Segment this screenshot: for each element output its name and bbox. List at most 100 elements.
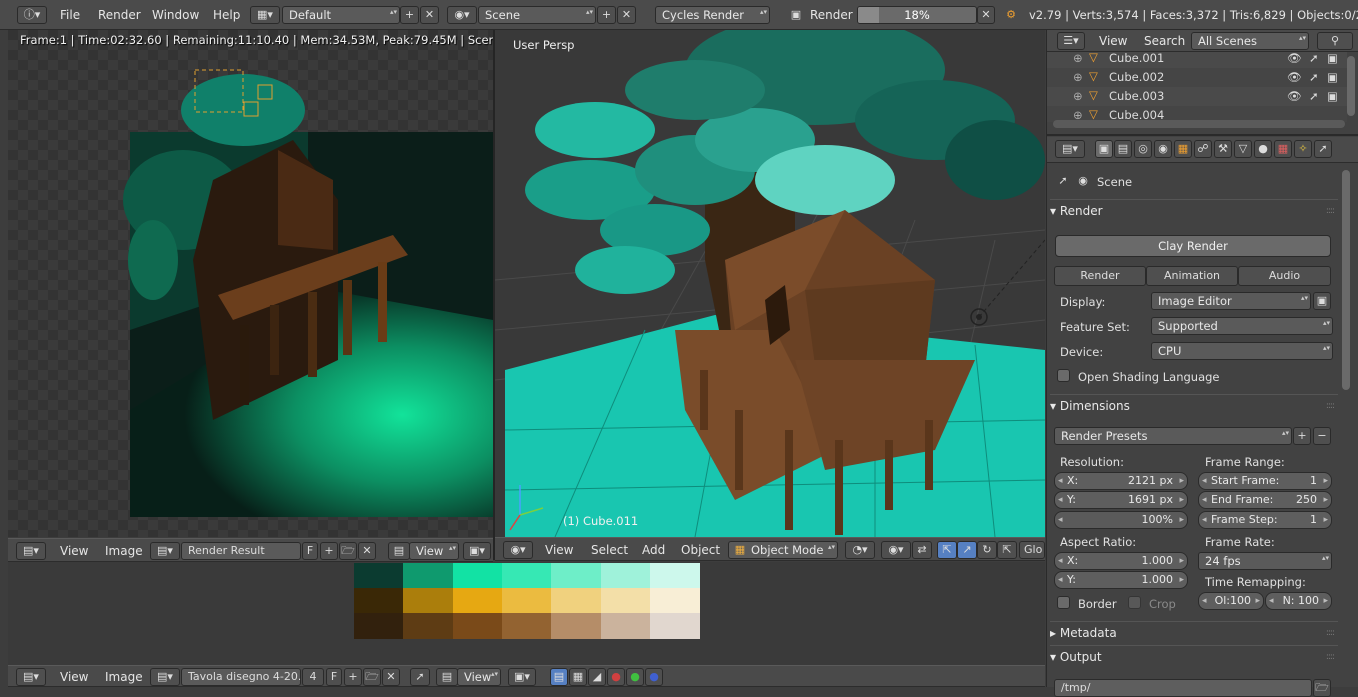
editor-type-button[interactable]: ◉▾ bbox=[503, 541, 533, 559]
display-dropdown[interactable]: Image Editor bbox=[1151, 292, 1311, 310]
outliner-hscrollbar[interactable] bbox=[1053, 120, 1345, 128]
lock-icon[interactable]: ▣ bbox=[1313, 292, 1331, 310]
search-icon[interactable]: ⚲ bbox=[1317, 32, 1353, 50]
display-channels-button[interactable]: ▣▾ bbox=[508, 668, 536, 686]
remove-preset-button[interactable]: − bbox=[1313, 427, 1331, 445]
constraints-tab-icon[interactable]: ☍ bbox=[1194, 140, 1212, 158]
layers-tab-icon[interactable]: ▤ bbox=[1114, 140, 1132, 158]
frame-rate-dropdown[interactable]: 24 fps bbox=[1198, 552, 1332, 570]
list-item[interactable]: ⊕ ▽ Cube.003 👁 ➚ ▣ bbox=[1047, 87, 1347, 106]
image-editor-area[interactable]: Frame:1 | Time:02:32.60 | Remaining:11:1… bbox=[8, 30, 493, 537]
device-dropdown[interactable]: CPU bbox=[1151, 342, 1333, 360]
texture-tab-icon[interactable]: ▦ bbox=[1274, 140, 1292, 158]
manipulator-button[interactable]: ⇱ bbox=[937, 541, 957, 559]
translate-button[interactable]: ↗ bbox=[957, 541, 977, 559]
editor-type-button[interactable]: ▤▾ bbox=[1055, 140, 1085, 158]
image-menu[interactable]: Image bbox=[105, 668, 143, 686]
slot-icon-button[interactable]: ▤ bbox=[436, 668, 458, 686]
outliner-scrollbar[interactable] bbox=[1347, 56, 1355, 116]
cursor-icon[interactable]: ➚ bbox=[1309, 52, 1319, 65]
audio-button[interactable]: Audio bbox=[1238, 266, 1331, 286]
start-frame-field[interactable]: Start Frame:1 bbox=[1198, 472, 1332, 490]
pin-icon[interactable]: ➚ bbox=[1055, 173, 1071, 189]
eye-icon[interactable]: 👁 bbox=[1287, 89, 1302, 103]
camera-icon[interactable]: ▣ bbox=[1327, 89, 1338, 103]
alpha-channel-button[interactable]: ▤ bbox=[550, 668, 568, 686]
select-menu[interactable]: Select bbox=[591, 541, 628, 559]
cursor-icon[interactable]: ➚ bbox=[1309, 89, 1319, 103]
modifiers-tab-icon[interactable]: ⚒ bbox=[1214, 140, 1232, 158]
image-name-field[interactable]: Render Result bbox=[181, 542, 301, 560]
green-channel-icon[interactable]: ● bbox=[626, 668, 644, 686]
users-count[interactable]: 4 bbox=[302, 668, 324, 686]
list-item[interactable]: ⊕ ▽ Cube.001 👁 ➚ ▣ bbox=[1047, 52, 1347, 68]
menu-window[interactable]: Window bbox=[152, 6, 199, 24]
physics-tab-icon[interactable]: ➚ bbox=[1314, 140, 1332, 158]
menu-render[interactable]: Render bbox=[98, 6, 141, 24]
palette-editor-area[interactable] bbox=[8, 562, 1045, 665]
remove-scene-button[interactable]: ✕ bbox=[617, 6, 636, 24]
view-dropdown[interactable]: View bbox=[457, 668, 501, 686]
scene-tab-icon[interactable]: ◎ bbox=[1134, 140, 1152, 158]
open-image-button[interactable]: 🗁 bbox=[339, 542, 357, 560]
checker-channel-button[interactable]: ▦ bbox=[569, 668, 587, 686]
clay-render-button[interactable]: Clay Render bbox=[1055, 235, 1331, 257]
remap-new-field[interactable]: N: 100 bbox=[1265, 592, 1332, 610]
properties-scrollbar[interactable] bbox=[1342, 170, 1350, 390]
view-dropdown[interactable]: View bbox=[409, 542, 459, 560]
menu-file[interactable]: File bbox=[60, 6, 80, 24]
aspect-y-field[interactable]: Y:1.000 bbox=[1054, 571, 1188, 589]
render-panel-header[interactable]: ▾ Render:::: bbox=[1050, 199, 1338, 221]
view-menu[interactable]: View bbox=[60, 668, 88, 686]
eye-icon[interactable]: 👁 bbox=[1287, 70, 1302, 84]
list-item[interactable]: ⊕ ▽ Cube.002 👁 ➚ ▣ bbox=[1047, 68, 1347, 87]
cursor-icon[interactable]: ➚ bbox=[1309, 70, 1319, 84]
resolution-percentage-field[interactable]: 100% bbox=[1054, 511, 1188, 529]
metadata-panel-header[interactable]: ▸ Metadata:::: bbox=[1050, 621, 1338, 643]
render-button[interactable]: Render bbox=[1054, 266, 1146, 286]
image-name-field[interactable]: Tavola disegno 4-20... bbox=[181, 668, 301, 686]
info-editor-button[interactable]: ⓘ▾ bbox=[17, 6, 47, 24]
material-tab-icon[interactable]: ● bbox=[1254, 140, 1272, 158]
pivot-button[interactable]: ◉▾ bbox=[881, 541, 911, 559]
rotate-button[interactable]: ↻ bbox=[977, 541, 997, 559]
search-menu[interactable]: Search bbox=[1144, 32, 1185, 50]
cancel-render-button[interactable]: ✕ bbox=[977, 6, 995, 24]
eye-icon[interactable]: 👁 bbox=[1287, 52, 1302, 65]
overlay-button[interactable]: ⇄ bbox=[912, 541, 932, 559]
scene-dropdown[interactable]: Scene bbox=[478, 6, 596, 24]
object-menu[interactable]: Object bbox=[681, 541, 720, 559]
layout-dropdown[interactable]: Default bbox=[282, 6, 400, 24]
remove-layout-button[interactable]: ✕ bbox=[420, 6, 439, 24]
resolution-y-field[interactable]: Y:1691 px bbox=[1054, 491, 1188, 509]
fake-user-button[interactable]: F bbox=[326, 668, 342, 686]
browse-image-button[interactable]: ▤▾ bbox=[150, 542, 180, 560]
browse-image-button[interactable]: ▤▾ bbox=[150, 668, 180, 686]
view-menu[interactable]: View bbox=[545, 541, 573, 559]
transform-orientation-dropdown[interactable]: Glo bbox=[1019, 541, 1045, 559]
editor-type-button[interactable]: ☰▾ bbox=[1057, 32, 1085, 50]
fake-user-button[interactable]: F bbox=[302, 542, 318, 560]
pin-icon[interactable]: ➚ bbox=[410, 668, 430, 686]
resolution-x-field[interactable]: X:2121 px bbox=[1054, 472, 1188, 490]
render-presets-dropdown[interactable]: Render Presets bbox=[1054, 427, 1292, 445]
blue-channel-icon[interactable]: ● bbox=[645, 668, 663, 686]
particles-tab-icon[interactable]: ✧ bbox=[1294, 140, 1312, 158]
add-layout-button[interactable]: + bbox=[400, 6, 419, 24]
scene-type-button[interactable]: ◉▾ bbox=[447, 6, 477, 24]
dimensions-panel-header[interactable]: ▾ Dimensions:::: bbox=[1050, 394, 1338, 416]
new-image-button[interactable]: + bbox=[320, 542, 338, 560]
camera-icon[interactable]: ▣ bbox=[1327, 52, 1338, 65]
crop-checkbox[interactable] bbox=[1128, 596, 1141, 609]
view-menu[interactable]: View bbox=[1099, 32, 1127, 50]
editor-type-button[interactable]: ▤▾ bbox=[16, 542, 46, 560]
end-frame-field[interactable]: End Frame:250 bbox=[1198, 491, 1332, 509]
border-checkbox[interactable] bbox=[1057, 596, 1070, 609]
view-menu[interactable]: View bbox=[60, 542, 88, 560]
animation-button[interactable]: Animation bbox=[1146, 266, 1238, 286]
shading-button[interactable]: ◔▾ bbox=[845, 541, 875, 559]
add-menu[interactable]: Add bbox=[642, 541, 665, 559]
data-tab-icon[interactable]: ▽ bbox=[1234, 140, 1252, 158]
aspect-x-field[interactable]: X:1.000 bbox=[1054, 552, 1188, 570]
image-menu[interactable]: Image bbox=[105, 542, 143, 560]
